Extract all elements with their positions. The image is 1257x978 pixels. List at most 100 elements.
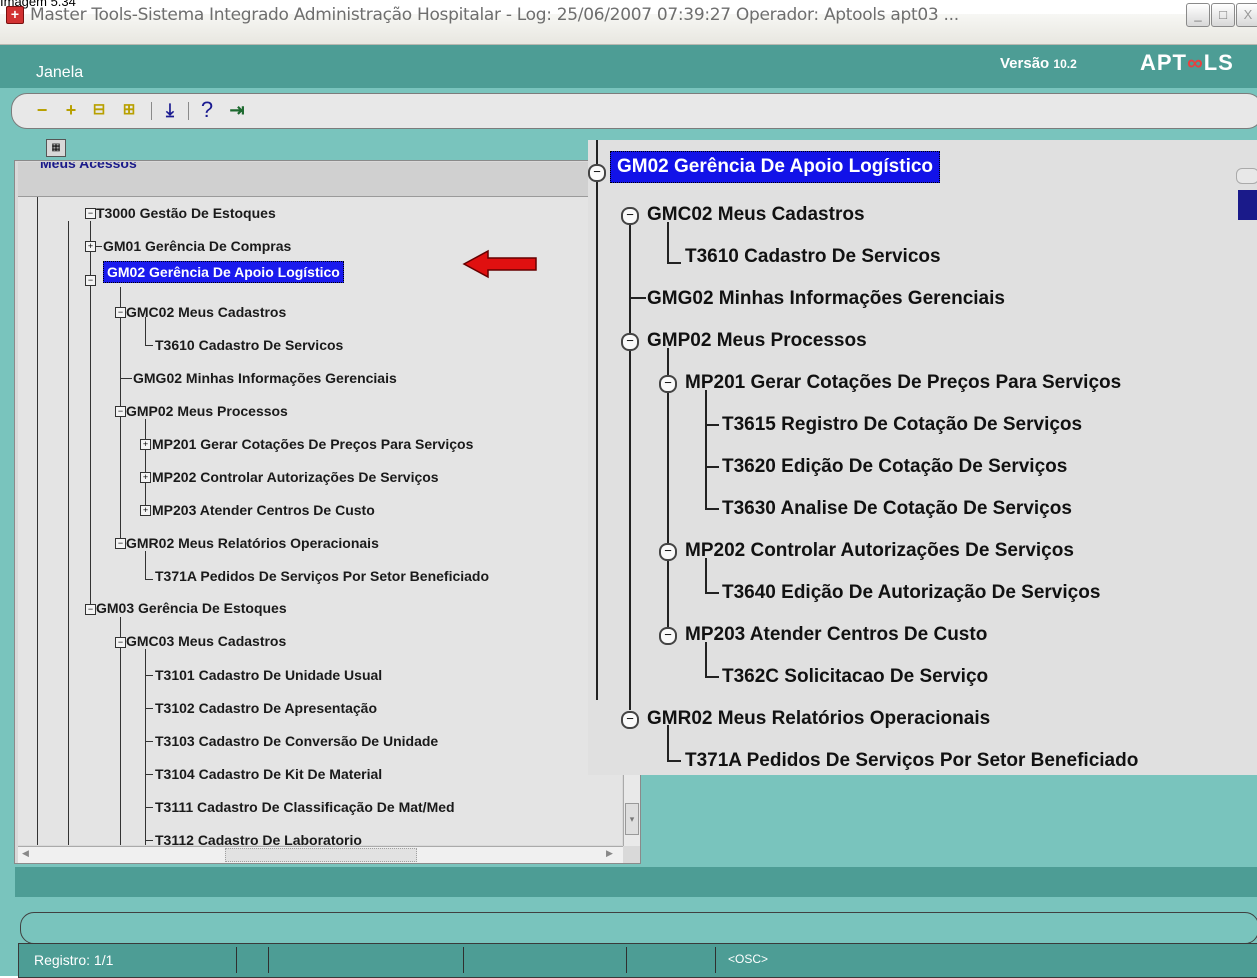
tree-node[interactable]: T3610 Cadastro De Servicos — [155, 337, 343, 353]
tree-node[interactable]: T3103 Cadastro De Conversão De Unidade — [155, 733, 438, 749]
collapse-icon[interactable]: − — [621, 333, 639, 351]
collapse-icon[interactable]: − — [85, 208, 96, 219]
tree-connector — [145, 840, 153, 841]
scroll-down-button[interactable]: ▾ — [625, 803, 639, 835]
maximize-button[interactable]: □ — [1211, 3, 1235, 27]
tree-node[interactable]: GM01 Gerência De Compras — [103, 238, 291, 254]
tree-node[interactable]: T3111 Cadastro De Classificação De Mat/M… — [155, 799, 455, 815]
version-label: Versão 10.2 — [1000, 55, 1077, 72]
record-counter: Registro: 1/1 — [34, 952, 114, 968]
tree-node[interactable]: GMC02 Meus Cadastros — [126, 304, 286, 320]
collapse-icon[interactable]: − — [115, 406, 126, 417]
status-separator — [715, 947, 716, 973]
expand-all-icon[interactable]: ⊞ — [118, 100, 140, 120]
tree-node-selected[interactable]: GM02 Gerência De Apoio Logístico — [610, 151, 941, 183]
tree-node[interactable]: T371A Pedidos De Serviços Por Setor Bene… — [685, 750, 1138, 772]
menu-janela[interactable]: Janela — [36, 64, 83, 82]
tree-line — [705, 390, 707, 510]
tree-node[interactable]: T3104 Cadastro De Kit De Material — [155, 766, 382, 782]
tree-line — [145, 551, 146, 579]
tree-node[interactable]: T362C Solicitacao De Serviço — [722, 666, 988, 688]
tree-node[interactable]: T3101 Cadastro De Unidade Usual — [155, 667, 382, 683]
tree-node[interactable]: T3640 Edição De Autorização De Serviços — [722, 582, 1100, 604]
collapse-icon[interactable]: − — [115, 637, 126, 648]
collapse-icon[interactable]: − — [85, 604, 96, 615]
tree-connector — [667, 262, 681, 264]
tree-node[interactable]: GMR02 Meus Relatórios Operacionais — [126, 535, 379, 551]
logo-text: APT — [1140, 50, 1187, 75]
expand-icon[interactable]: + — [140, 505, 151, 516]
help-icon[interactable]: ? — [196, 99, 218, 121]
access-tree: − T3000 Gestão De Estoques + GM01 Gerênc… — [18, 197, 622, 845]
aptools-logo: APT∞LS — [1140, 50, 1234, 76]
toolbar-separator — [151, 102, 152, 120]
tree-node[interactable]: T3620 Edição De Cotação De Serviços — [722, 456, 1067, 478]
expand-icon[interactable]: + — [85, 241, 96, 252]
tree-connector — [145, 579, 153, 580]
tree-node[interactable]: GMP02 Meus Processos — [126, 403, 288, 419]
tree-node[interactable]: T3102 Cadastro De Apresentação — [155, 700, 377, 716]
collapse-icon[interactable]: − — [85, 275, 96, 286]
horizontal-scroll-thumb[interactable] — [225, 848, 417, 862]
tree-node-selected[interactable]: GM02 Gerência De Apoio Logístico — [103, 261, 344, 283]
download-icon[interactable]: ⤓ — [159, 100, 181, 120]
scroll-left-icon[interactable]: ◀ — [22, 848, 29, 859]
tree-node[interactable]: MP201 Gerar Cotações De Preços Para Serv… — [685, 372, 1121, 394]
toolbar-separator — [188, 102, 189, 120]
minimize-button[interactable]: _ — [1186, 3, 1210, 27]
tree-connector — [705, 592, 719, 594]
tree-line — [145, 419, 146, 509]
add-row-icon[interactable]: + — [60, 100, 82, 120]
tree-line — [145, 649, 146, 845]
collapse-icon[interactable]: − — [115, 538, 126, 549]
tree-node[interactable]: GMC02 Meus Cadastros — [647, 204, 865, 226]
message-box — [20, 912, 1257, 944]
tree-node[interactable]: T3630 Analise De Cotação De Serviços — [722, 498, 1072, 520]
collapse-icon[interactable]: ⊟ — [88, 100, 110, 120]
tree-node[interactable]: GMP02 Meus Processos — [647, 330, 867, 352]
scroll-right-icon[interactable]: ▶ — [606, 848, 613, 859]
tree-node[interactable]: T3610 Cadastro De Servicos — [685, 246, 941, 268]
exit-icon[interactable]: ⇥ — [226, 100, 248, 120]
tree-connector — [145, 345, 153, 346]
form-icon: ▦ — [46, 139, 66, 157]
tree-node[interactable]: GMC03 Meus Cadastros — [126, 633, 286, 649]
tree-connector — [120, 378, 132, 379]
remove-row-icon[interactable]: − — [31, 100, 53, 120]
tree-node[interactable]: T3615 Registro De Cotação De Serviços — [722, 414, 1082, 436]
close-button[interactable]: X — [1236, 3, 1257, 27]
collapse-icon[interactable]: − — [659, 543, 677, 561]
app-icon: + — [6, 6, 24, 24]
collapse-icon[interactable]: − — [115, 307, 126, 318]
collapse-icon[interactable]: − — [588, 164, 606, 182]
expand-icon[interactable]: + — [140, 439, 151, 450]
tree-connector — [96, 246, 102, 247]
tree-line — [68, 221, 69, 845]
tree-node[interactable]: GMG02 Minhas Informações Gerenciais — [647, 288, 1005, 310]
tree-connector — [705, 466, 719, 468]
collapse-icon[interactable]: − — [621, 711, 639, 729]
tree-line — [596, 140, 598, 700]
tree-connector — [667, 760, 681, 762]
tree-node[interactable]: GMR02 Meus Relatórios Operacionais — [647, 708, 990, 730]
collapse-icon[interactable]: − — [621, 207, 639, 225]
tree-node[interactable]: MP202 Controlar Autorizações De Serviços — [685, 540, 1074, 562]
tree-node[interactable]: GM03 Gerência De Estoques — [96, 600, 287, 616]
tree-line — [145, 317, 146, 345]
status-separator — [268, 947, 269, 973]
tree-node[interactable]: T3112 Cadastro De Laboratorio — [155, 832, 362, 845]
collapse-icon[interactable]: − — [659, 375, 677, 393]
tree-connector — [705, 508, 719, 510]
tree-node[interactable]: GMG02 Minhas Informações Gerenciais — [133, 370, 397, 386]
tree-node[interactable]: MP202 Controlar Autorizações De Serviços — [152, 469, 439, 485]
tree-line — [37, 197, 38, 845]
tree-node[interactable]: MP203 Atender Centros De Custo — [685, 624, 987, 646]
tree-node[interactable]: T371A Pedidos De Serviços Por Setor Bene… — [155, 568, 489, 584]
tree-node[interactable]: MP201 Gerar Cotações De Preços Para Serv… — [152, 436, 473, 452]
tree-node[interactable]: T3000 Gestão De Estoques — [96, 205, 276, 221]
tree-connector — [145, 807, 153, 808]
collapse-icon[interactable]: − — [659, 627, 677, 645]
expand-icon[interactable]: + — [140, 472, 151, 483]
status-separator — [463, 947, 464, 973]
tree-node[interactable]: MP203 Atender Centros De Custo — [152, 502, 375, 518]
